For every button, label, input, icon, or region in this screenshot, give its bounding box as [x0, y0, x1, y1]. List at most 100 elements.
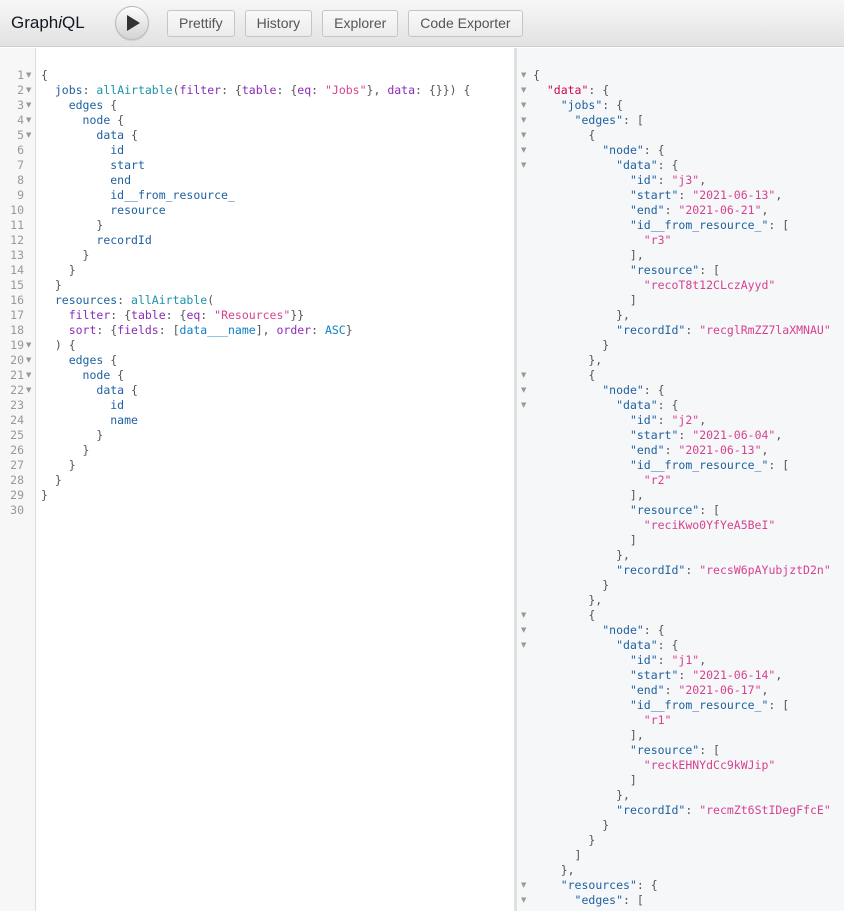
- code-token: {: [124, 383, 138, 397]
- code-token: "j1": [671, 653, 700, 667]
- code-token: allAirtable: [131, 293, 208, 307]
- explorer-button[interactable]: Explorer: [322, 9, 399, 37]
- fold-arrow-icon[interactable]: ▼: [521, 113, 526, 128]
- code-token: filter: [68, 308, 111, 322]
- code-line: data {: [41, 383, 470, 398]
- code-line: "resource": [: [533, 263, 831, 278]
- history-button[interactable]: History: [244, 9, 313, 37]
- fold-arrow-icon[interactable]: ▼: [521, 638, 526, 653]
- code-line: "r3": [533, 233, 831, 248]
- code-token: id__from_resource_: [110, 188, 235, 202]
- fold-arrow-icon[interactable]: ▼: [521, 68, 526, 83]
- fold-arrow-icon[interactable]: ▼: [521, 368, 526, 383]
- code-token: "2021-06-17": [678, 683, 762, 697]
- query-code[interactable]: { jobs: allAirtable(filter: {table: {eq:…: [41, 68, 470, 518]
- code-token: }: [41, 428, 104, 442]
- code-token: "recoT8t12CLczAyyd": [643, 278, 776, 292]
- fold-arrow-icon[interactable]: ▼: [26, 113, 31, 128]
- code-token: "jobs": [560, 98, 603, 112]
- code-token: }: [41, 248, 90, 262]
- code-line: "data": {: [533, 398, 831, 413]
- fold-arrow-icon[interactable]: ▼: [521, 398, 526, 413]
- code-line: data {: [41, 128, 470, 143]
- line-number: 22: [10, 383, 24, 397]
- fold-arrow-icon[interactable]: ▼: [521, 98, 526, 113]
- code-line: resource: [41, 203, 470, 218]
- code-token: ],: [533, 488, 644, 502]
- fold-arrow-icon[interactable]: ▼: [521, 143, 526, 158]
- code-token: : {: [96, 323, 118, 337]
- fold-arrow-icon[interactable]: ▼: [26, 383, 31, 398]
- code-token: : {: [643, 623, 665, 637]
- code-line: "reciKwo0YfYeA5BeI": [533, 518, 831, 533]
- code-token: },: [533, 308, 630, 322]
- fold-arrow-icon[interactable]: ▼: [521, 608, 526, 623]
- code-token: (: [172, 83, 180, 97]
- line-number: 25: [10, 428, 24, 442]
- code-token: eq: [297, 83, 312, 97]
- code-token: }}: [290, 308, 305, 322]
- code-token: : {: [636, 878, 658, 892]
- fold-arrow-icon[interactable]: ▼: [26, 98, 31, 113]
- code-token: {: [110, 368, 125, 382]
- fold-arrow-icon[interactable]: ▼: [521, 878, 526, 893]
- line-number: 27: [10, 458, 24, 472]
- code-token: "recordId": [616, 323, 686, 337]
- code-line: }: [41, 218, 470, 233]
- fold-arrow-icon[interactable]: ▼: [521, 128, 526, 143]
- fold-arrow-icon[interactable]: ▼: [26, 338, 31, 353]
- code-token: "2021-06-13": [692, 188, 776, 202]
- code-line: },: [533, 788, 831, 803]
- prettify-button[interactable]: Prettify: [167, 9, 235, 37]
- code-token: :: [664, 443, 679, 457]
- code-token: :: [678, 428, 693, 442]
- code-line: }: [41, 473, 470, 488]
- line-number: 8: [17, 173, 24, 187]
- code-token: "2021-06-21": [678, 203, 762, 217]
- fold-arrow-icon[interactable]: ▼: [521, 83, 526, 98]
- code-token: "data": [616, 398, 658, 412]
- code-line: "node": {: [533, 623, 831, 638]
- fold-arrow-icon[interactable]: ▼: [26, 83, 31, 98]
- code-token: ASC: [324, 323, 346, 337]
- code-line: ],: [533, 248, 831, 263]
- code-token: "end": [629, 203, 665, 217]
- fold-arrow-icon[interactable]: ▼: [26, 368, 31, 383]
- code-line: "edges": [: [533, 893, 831, 908]
- code-token: : [: [158, 323, 180, 337]
- fold-arrow-icon[interactable]: ▼: [521, 623, 526, 638]
- code-token: : [: [623, 113, 644, 127]
- code-line: {: [533, 128, 831, 143]
- fold-arrow-icon[interactable]: ▼: [26, 353, 31, 368]
- code-token: table: [241, 83, 277, 97]
- code-line: ]: [533, 848, 831, 863]
- code-line: "end": "2021-06-21",: [533, 203, 831, 218]
- fold-arrow-icon[interactable]: ▼: [521, 893, 526, 908]
- result-code: { "data": { "jobs": { "edges": [ { "node…: [533, 68, 831, 908]
- fold-arrow-icon[interactable]: ▼: [26, 128, 31, 143]
- code-line: edges {: [41, 353, 470, 368]
- fold-arrow-icon[interactable]: ▼: [521, 158, 526, 173]
- execute-query-button[interactable]: [115, 6, 149, 40]
- code-token: "edges": [574, 893, 624, 907]
- code-line: },: [533, 593, 831, 608]
- code-token: "resource": [629, 263, 700, 277]
- fold-arrow-icon[interactable]: ▼: [26, 68, 31, 83]
- code-line: "r2": [533, 473, 831, 488]
- query-editor[interactable]: 1 ▼ 2 ▼ 3 ▼ 4 ▼ 5 ▼ 6 7 8 9 10 11 12 13 14 15 16 17 18 19 ▼ 20 ▼ 21…: [0, 48, 514, 911]
- fold-arrow-icon[interactable]: ▼: [521, 383, 526, 398]
- code-exporter-button[interactable]: Code Exporter: [408, 9, 523, 37]
- code-line: }: [41, 263, 470, 278]
- code-line: }: [533, 833, 831, 848]
